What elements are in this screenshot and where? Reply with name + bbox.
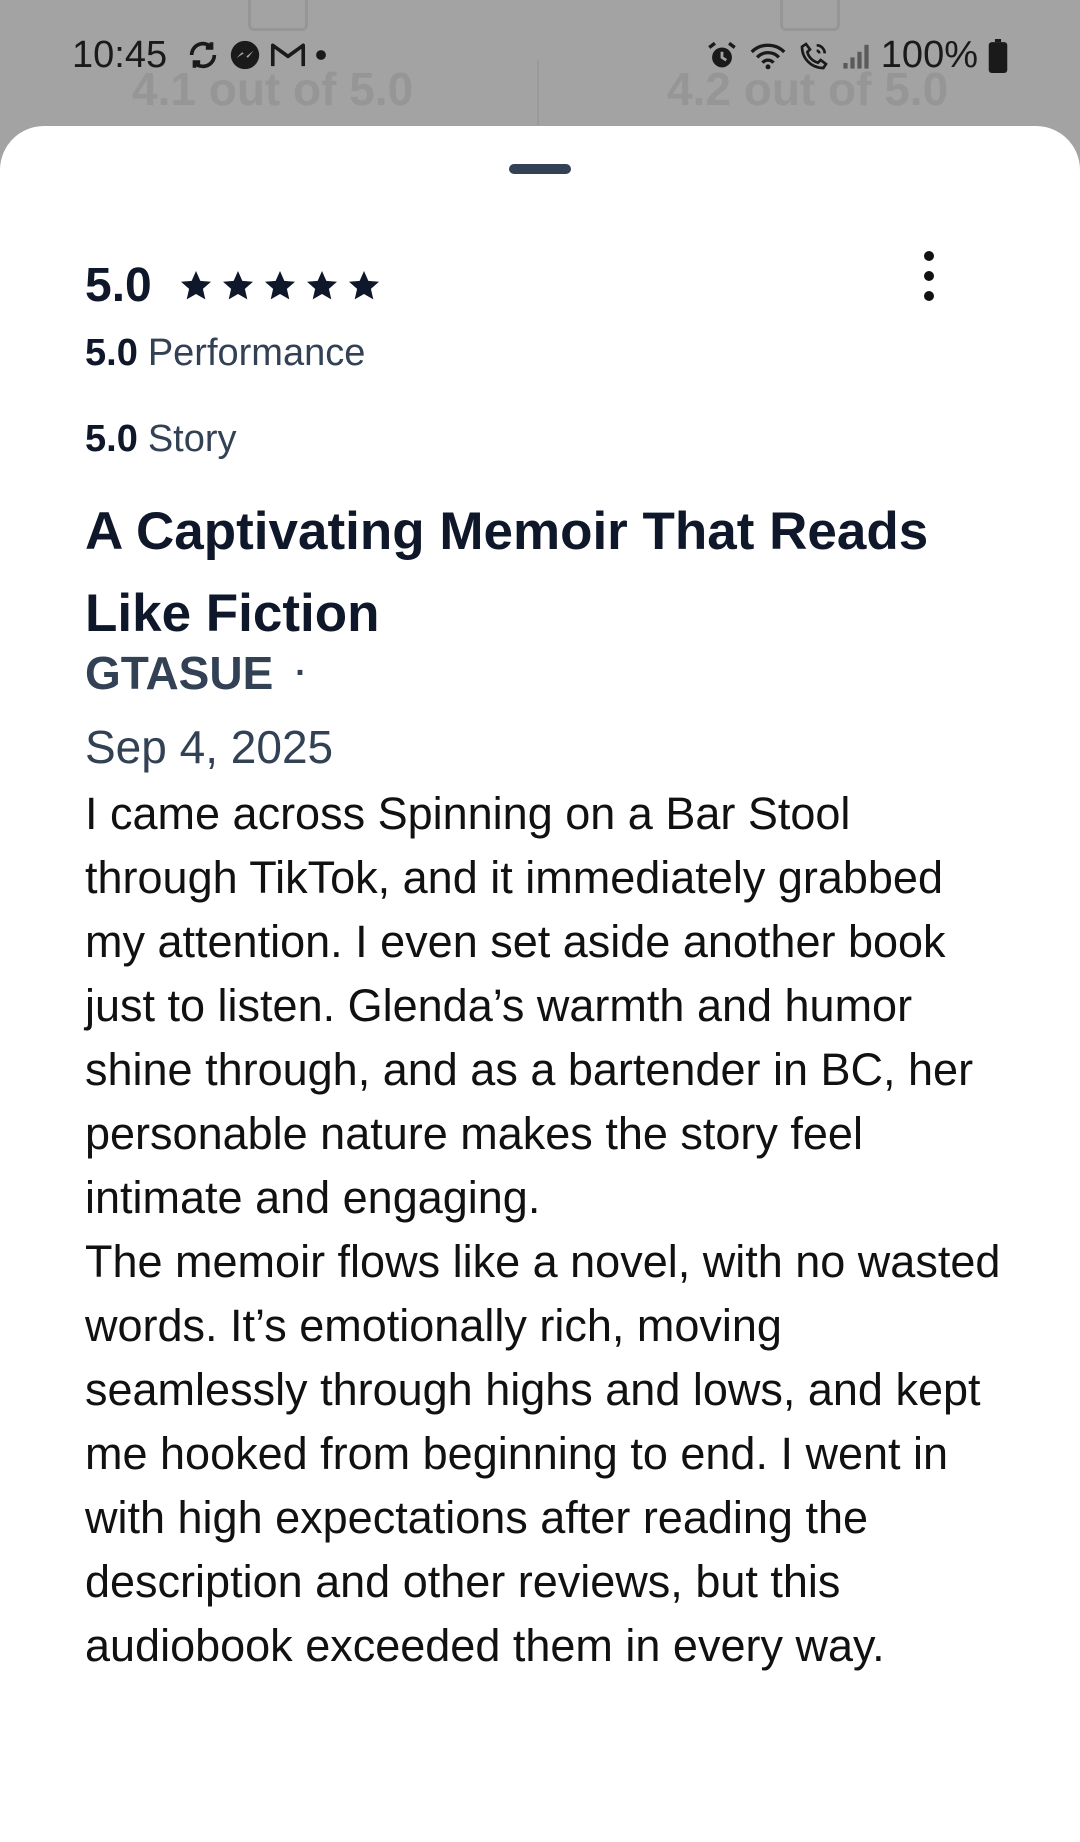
author-separator: ·	[295, 653, 307, 692]
pen-icon	[248, 0, 308, 31]
status-time: 10:45	[72, 34, 168, 76]
battery-percent: 100%	[880, 34, 978, 76]
signal-icon	[843, 44, 869, 69]
review-paragraph: The memoir flows like a novel, with no w…	[85, 1236, 1001, 1671]
gmail-icon	[270, 43, 306, 67]
dot-icon	[316, 50, 326, 60]
book-icon	[780, 0, 840, 31]
status-notification-icons	[186, 38, 328, 72]
more-dot-icon	[924, 291, 934, 301]
more-dot-icon	[924, 271, 934, 281]
status-system-icons: 100%	[705, 34, 1008, 77]
author-line: GTASUE ·	[85, 646, 307, 700]
performance-label: Performance	[147, 332, 366, 374]
wifi-calling-icon	[800, 41, 828, 69]
more-options-button[interactable]	[905, 244, 953, 308]
drag-handle[interactable]	[509, 164, 571, 174]
star-icon	[264, 270, 295, 299]
star-icon	[306, 270, 337, 299]
wifi-icon	[750, 43, 786, 69]
battery-icon	[988, 38, 1008, 73]
star-icon	[222, 270, 253, 299]
story-label: Story	[147, 418, 237, 460]
author-name[interactable]: GTASUE	[85, 646, 273, 700]
performance-score: 5.0	[85, 332, 138, 374]
review-date: Sep 4, 2025	[85, 721, 334, 773]
star-icon	[348, 270, 379, 299]
overall-score: 5.0	[85, 259, 152, 312]
story-rating: 5.0 Story	[85, 418, 237, 461]
overall-rating: 5.0	[85, 258, 382, 313]
background-divider	[537, 60, 539, 125]
more-dot-icon	[924, 251, 934, 261]
review-title: A Captivating Memoir That Reads Like Fic…	[85, 502, 929, 643]
story-score: 5.0	[85, 418, 138, 460]
performance-rating: 5.0 Performance	[85, 332, 365, 375]
messenger-icon	[230, 40, 260, 70]
review-body: I came across Spinning on a Bar Stool th…	[85, 782, 1005, 1678]
status-bar: 4.1 out of 5.0 4.2 out of 5.0 10:45 100%	[0, 0, 1080, 125]
star-icon	[180, 270, 211, 299]
star-rating	[178, 268, 382, 304]
review-paragraph: I came across Spinning on a Bar Stool th…	[85, 788, 974, 1223]
alarm-icon	[708, 41, 736, 67]
sync-icon	[189, 41, 217, 69]
